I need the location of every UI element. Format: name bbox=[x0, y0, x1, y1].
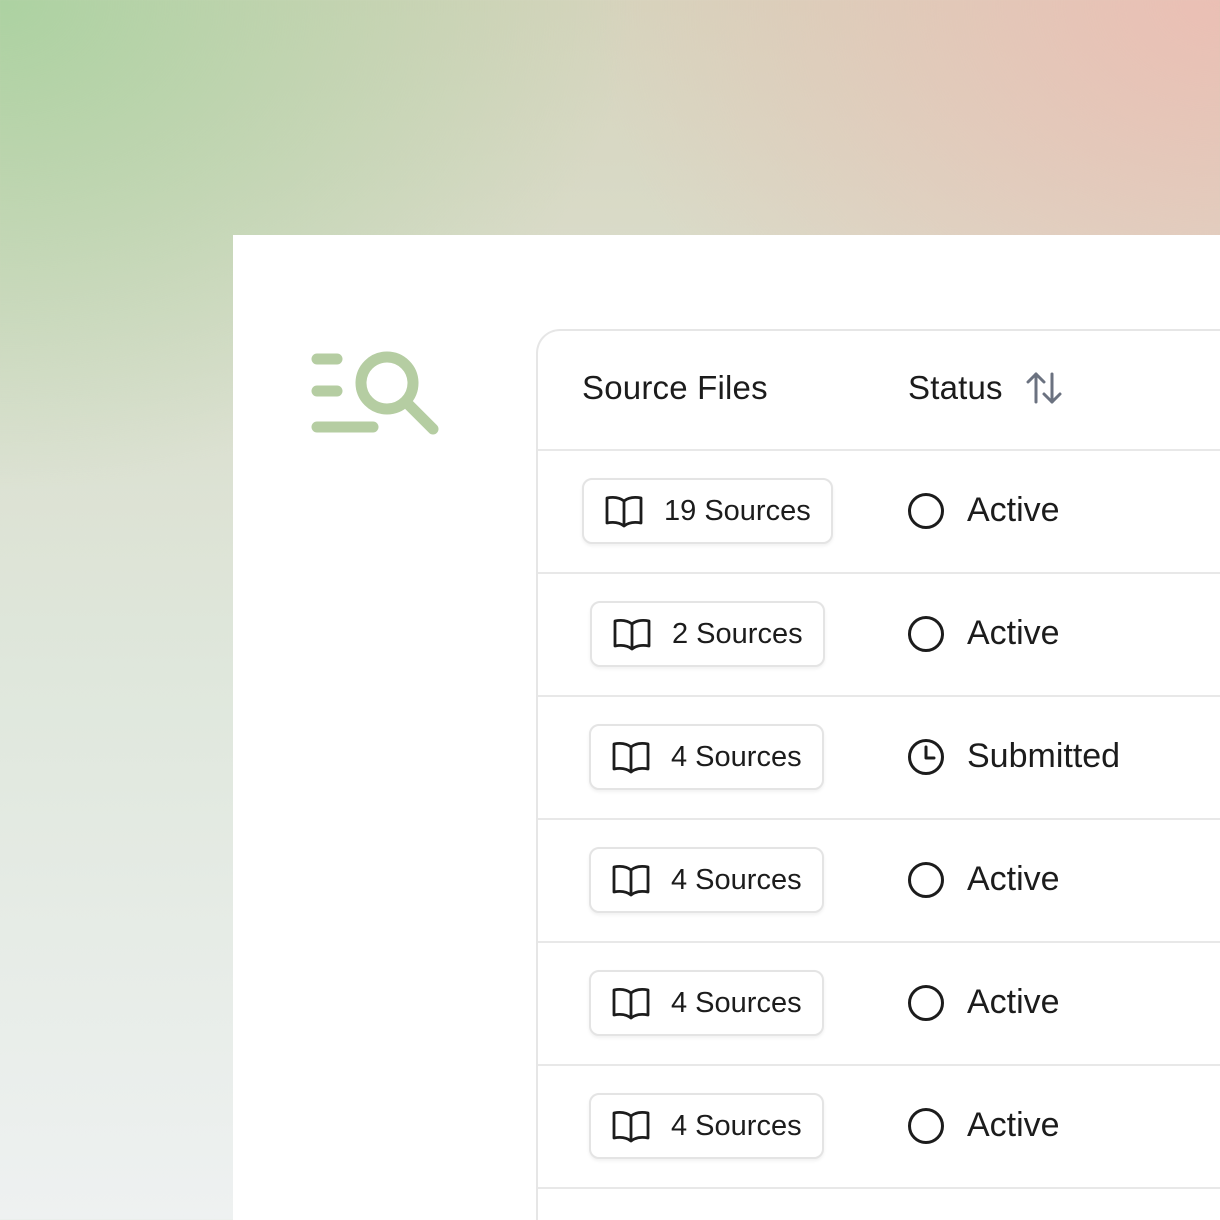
status-label: Active bbox=[967, 983, 1060, 1021]
sources-chip[interactable]: 4 Sources bbox=[589, 970, 824, 1036]
circle-icon bbox=[908, 1107, 944, 1144]
book-open-icon bbox=[612, 988, 650, 1020]
sources-count: 4 Sources bbox=[671, 1109, 802, 1142]
sources-chip[interactable]: 4 Sources bbox=[589, 1093, 824, 1159]
circle-icon bbox=[908, 615, 944, 652]
table-row: 4 Sources Submitted bbox=[538, 697, 1220, 820]
header-status[interactable]: Status bbox=[908, 369, 1063, 407]
status-cell: Active bbox=[907, 860, 1060, 899]
book-open-icon bbox=[612, 865, 650, 897]
book-open-icon bbox=[605, 496, 643, 528]
sources-chip[interactable]: 19 Sources bbox=[582, 478, 833, 544]
header-status-label: Status bbox=[908, 369, 1003, 406]
sources-chip[interactable]: 2 Sources bbox=[590, 601, 825, 667]
status-label: Submitted bbox=[967, 737, 1121, 775]
sources-count: 4 Sources bbox=[671, 863, 802, 896]
sources-chip[interactable]: 4 Sources bbox=[589, 724, 824, 790]
sources-count: 4 Sources bbox=[671, 740, 802, 773]
sources-chip[interactable]: 4 Sources bbox=[589, 847, 824, 913]
table-row: 4 Sources Active bbox=[538, 943, 1220, 1066]
circle-icon bbox=[908, 861, 944, 898]
table-row: 4 Sources Active bbox=[538, 820, 1220, 943]
status-label: Active bbox=[967, 1106, 1060, 1144]
book-open-icon bbox=[612, 1111, 650, 1143]
circle-icon bbox=[908, 984, 944, 1021]
sources-count: 2 Sources bbox=[672, 617, 803, 650]
status-label: Active bbox=[967, 614, 1060, 652]
sources-table: Source Files Status 19 Sources Active 2 … bbox=[536, 329, 1220, 1220]
circle-icon bbox=[908, 492, 944, 529]
table-header: Source Files Status bbox=[538, 331, 1220, 451]
status-label: Active bbox=[967, 860, 1060, 898]
clock-icon bbox=[908, 738, 944, 775]
table-row bbox=[538, 1189, 1220, 1220]
header-source-files: Source Files bbox=[582, 369, 768, 406]
table-row: 2 Sources Active bbox=[538, 574, 1220, 697]
status-cell: Submitted bbox=[907, 737, 1120, 776]
sort-arrows-icon[interactable] bbox=[1025, 370, 1063, 406]
table-row: 19 Sources Active bbox=[538, 451, 1220, 574]
book-open-icon bbox=[612, 742, 650, 774]
app-panel: Source Files Status 19 Sources Active 2 … bbox=[233, 235, 1220, 1220]
search-list-icon bbox=[311, 351, 439, 435]
book-open-icon bbox=[613, 619, 651, 651]
table-row: 4 Sources Active bbox=[538, 1066, 1220, 1189]
status-cell: Active bbox=[907, 491, 1060, 530]
status-cell: Active bbox=[907, 1106, 1060, 1145]
sources-count: 4 Sources bbox=[671, 986, 802, 1019]
status-cell: Active bbox=[907, 614, 1060, 653]
sources-count: 19 Sources bbox=[664, 494, 811, 527]
status-label: Active bbox=[967, 491, 1060, 529]
status-cell: Active bbox=[907, 983, 1060, 1022]
